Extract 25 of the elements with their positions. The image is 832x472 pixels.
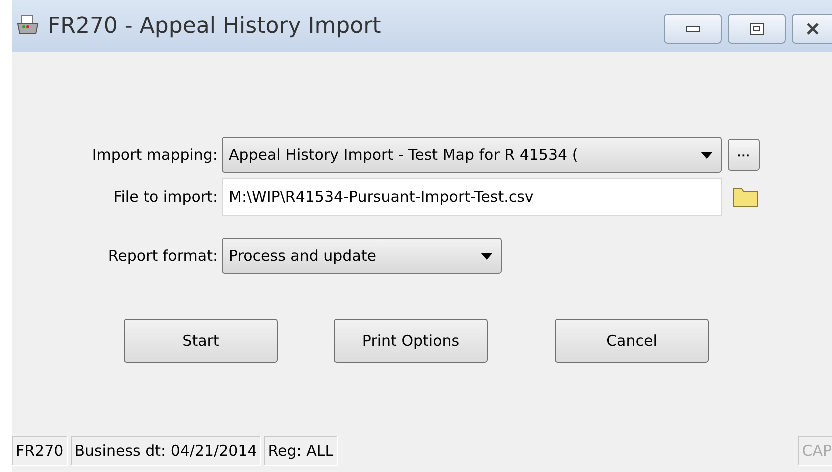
action-button[interactable]: Cancel [555,319,709,363]
file-path-field[interactable]: M:\WIP\R41534-Pursuant-Import-Test.csv [222,178,722,216]
caps-indicator: CAP [798,436,832,466]
minimize-icon [686,26,700,32]
folder-icon[interactable] [733,186,759,208]
window-title: FR270 - Appeal History Import [48,14,382,38]
report-format-dropdown[interactable]: Process and update [222,238,502,274]
minimize-button[interactable] [664,14,722,44]
field-label: Report format: [107,247,218,265]
action-button[interactable]: Print Options [334,319,488,363]
caret-icon [481,252,493,260]
close-button[interactable] [792,14,832,44]
browse-button[interactable]: ··· [728,139,760,171]
close-icon [806,23,820,35]
status-panel: FR270 [12,436,68,466]
printer-icon [16,15,40,37]
caret-icon [701,152,713,158]
status-panel: Business dt: 04/21/2014 [70,436,262,466]
maximize-icon [750,23,764,35]
field-label: File to import: [112,188,218,206]
status-panel: Reg: ALL [264,436,338,466]
import-mapping-dropdown[interactable]: Appeal History Import - Test Map for R 41534 ( [222,137,722,173]
action-button[interactable]: Start [124,319,278,363]
field-label: Import mapping: [91,146,218,164]
maximize-button[interactable] [728,14,786,44]
